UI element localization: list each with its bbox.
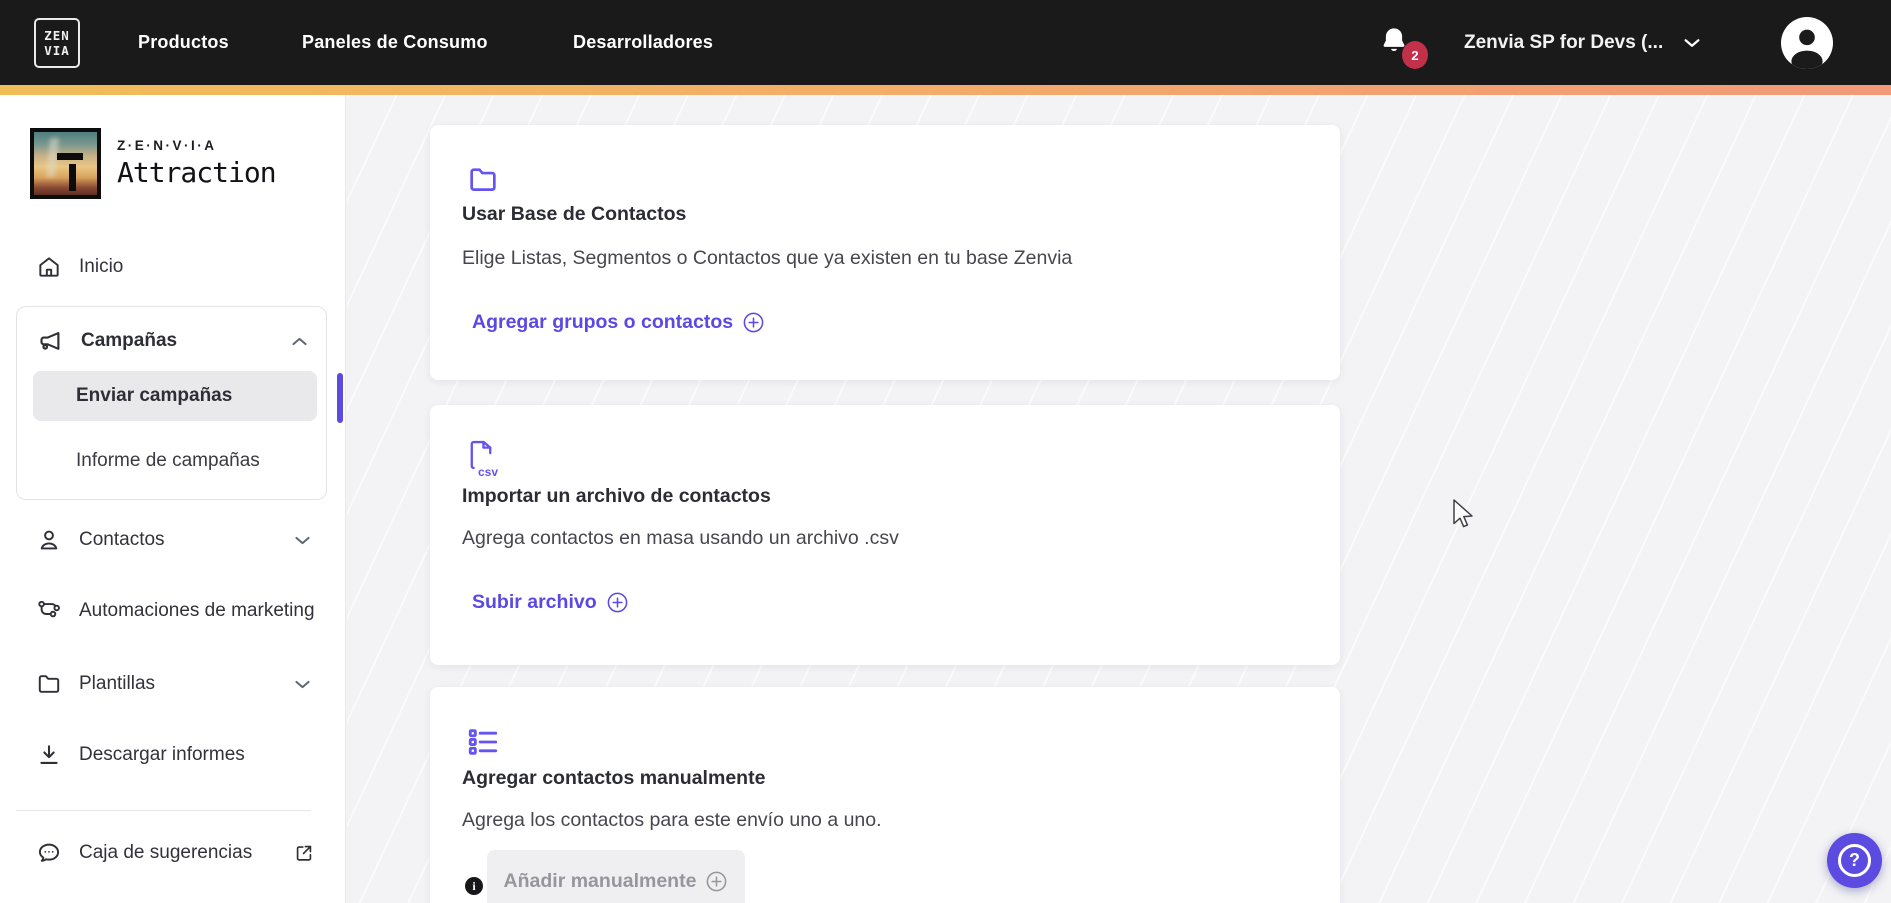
nav-link-paneles-consumo[interactable]: Paneles de Consumo [302, 0, 488, 85]
logo-overlay-bar [69, 164, 75, 192]
nav-link-label: Desarrolladores [573, 32, 713, 53]
sidebar-item-label: Caja de sugerencias [79, 842, 252, 864]
nav-link-desarrolladores[interactable]: Desarrolladores [573, 0, 713, 85]
chat-bubble-icon [36, 840, 62, 866]
brand-text: Z·E·N·V·I·A Attraction [117, 138, 276, 189]
zenvia-logo[interactable]: ZEN VIA [34, 18, 80, 68]
add-groups-contacts-link[interactable]: Agregar grupos o contactos [472, 311, 765, 334]
folder-icon [36, 671, 62, 697]
card-description: Elige Listas, Segmentos o Contactos que … [462, 247, 1072, 270]
workflow-icon [36, 598, 62, 624]
gradient-bar [0, 85, 1891, 95]
card-agregar-manualmente: Agregar contactos manualmente Agrega los… [430, 687, 1340, 903]
sidebar-divider [16, 810, 311, 811]
sidebar-item-label: Automaciones de marketing [79, 600, 315, 622]
chevron-down-icon [292, 674, 313, 695]
sidebar-item-automaciones[interactable]: Automaciones de marketing [0, 591, 330, 631]
download-icon [36, 742, 62, 768]
brand-wordmark: Z·E·N·V·I·A [117, 138, 276, 153]
sidebar-item-label: Inicio [79, 256, 123, 278]
chevron-up-icon [289, 331, 310, 352]
zenvia-logo-line1: ZEN [44, 28, 70, 43]
active-item-indicator [337, 373, 343, 423]
card-usar-base-contactos: Usar Base de Contactos Elige Listas, Seg… [430, 125, 1340, 380]
card-title: Importar un archivo de contactos [462, 485, 771, 508]
link-label: Subir archivo [472, 591, 597, 614]
folder-icon [466, 163, 500, 197]
sidebar-item-caja-sugerencias[interactable]: Caja de sugerencias [0, 833, 330, 873]
logo-overlay-bar [57, 153, 83, 159]
add-manually-button[interactable]: Añadir manualmente [487, 850, 745, 903]
megaphone-icon [37, 328, 64, 355]
attraction-brand[interactable]: Z·E·N·V·I·A Attraction [30, 128, 276, 199]
notification-badge: 2 [1402, 41, 1428, 69]
plus-circle-icon [742, 311, 765, 334]
nav-link-productos[interactable]: Productos [138, 0, 229, 85]
csv-file-icon: csv [466, 439, 504, 483]
sidebar-item-enviar-campanas[interactable]: Enviar campañas [33, 371, 317, 421]
campaigns-group: Campañas Enviar campañas Informe de camp… [16, 306, 327, 500]
app-window: ZEN VIA Productos Paneles de Consumo Des… [0, 0, 1891, 903]
sidebar-item-label: Plantillas [79, 673, 155, 695]
link-label: Agregar grupos o contactos [472, 311, 733, 334]
card-title: Agregar contactos manualmente [462, 767, 765, 790]
sidebar-item-label: Informe de campañas [76, 450, 260, 472]
nav-link-label: Productos [138, 32, 229, 53]
card-importar-archivo: csv Importar un archivo de contactos Agr… [430, 405, 1340, 665]
nav-link-label: Paneles de Consumo [302, 32, 488, 53]
sidebar-item-plantillas[interactable]: Plantillas [0, 664, 330, 704]
sidebar-item-inicio[interactable]: Inicio [0, 247, 330, 287]
sidebar-item-informe-campanas[interactable]: Informe de campañas [17, 441, 326, 481]
avatar[interactable] [1781, 17, 1833, 69]
home-icon [36, 254, 62, 280]
chevron-down-icon [1681, 32, 1703, 54]
csv-icon-label: csv [478, 465, 498, 479]
user-icon [36, 527, 62, 553]
question-mark-icon: ? [1838, 844, 1871, 877]
sidebar: Z·E·N·V·I·A Attraction Inicio Campañas [0, 95, 346, 903]
sidebar-item-label: Enviar campañas [76, 385, 232, 407]
top-navbar: ZEN VIA Productos Paneles de Consumo Des… [0, 0, 1891, 85]
account-label: Zenvia SP for Devs (... [1464, 32, 1663, 54]
chevron-down-icon [292, 530, 313, 551]
zenvia-logo-line2: VIA [44, 43, 70, 58]
sidebar-item-label: Contactos [79, 529, 165, 551]
brand-product-name: Attraction [117, 156, 276, 189]
plus-circle-icon [606, 591, 629, 614]
user-avatar-icon [1781, 17, 1833, 69]
main-content: Usar Base de Contactos Elige Listas, Seg… [347, 95, 1891, 903]
card-title: Usar Base de Contactos [462, 203, 686, 226]
sidebar-item-label: Campañas [81, 330, 177, 352]
upload-file-link[interactable]: Subir archivo [472, 591, 629, 614]
list-icon [466, 725, 500, 759]
sidebar-item-campanas[interactable]: Campañas [17, 321, 326, 361]
card-description: Agrega contactos en masa usando un archi… [462, 527, 899, 550]
sidebar-item-contactos[interactable]: Contactos [0, 520, 330, 560]
help-glyph: ? [1849, 850, 1860, 871]
account-switcher[interactable]: Zenvia SP for Devs (... [1464, 0, 1703, 85]
sidebar-item-label: Descargar informes [79, 744, 245, 766]
attraction-logo-image [30, 128, 101, 199]
external-link-icon [293, 842, 315, 864]
help-button[interactable]: ? [1827, 833, 1882, 888]
info-icon[interactable]: i [465, 877, 483, 895]
card-description: Agrega los contactos para este envío uno… [462, 809, 882, 832]
plus-circle-icon [705, 870, 728, 893]
sidebar-item-descargar-informes[interactable]: Descargar informes [0, 735, 330, 775]
button-label: Añadir manualmente [504, 870, 697, 893]
